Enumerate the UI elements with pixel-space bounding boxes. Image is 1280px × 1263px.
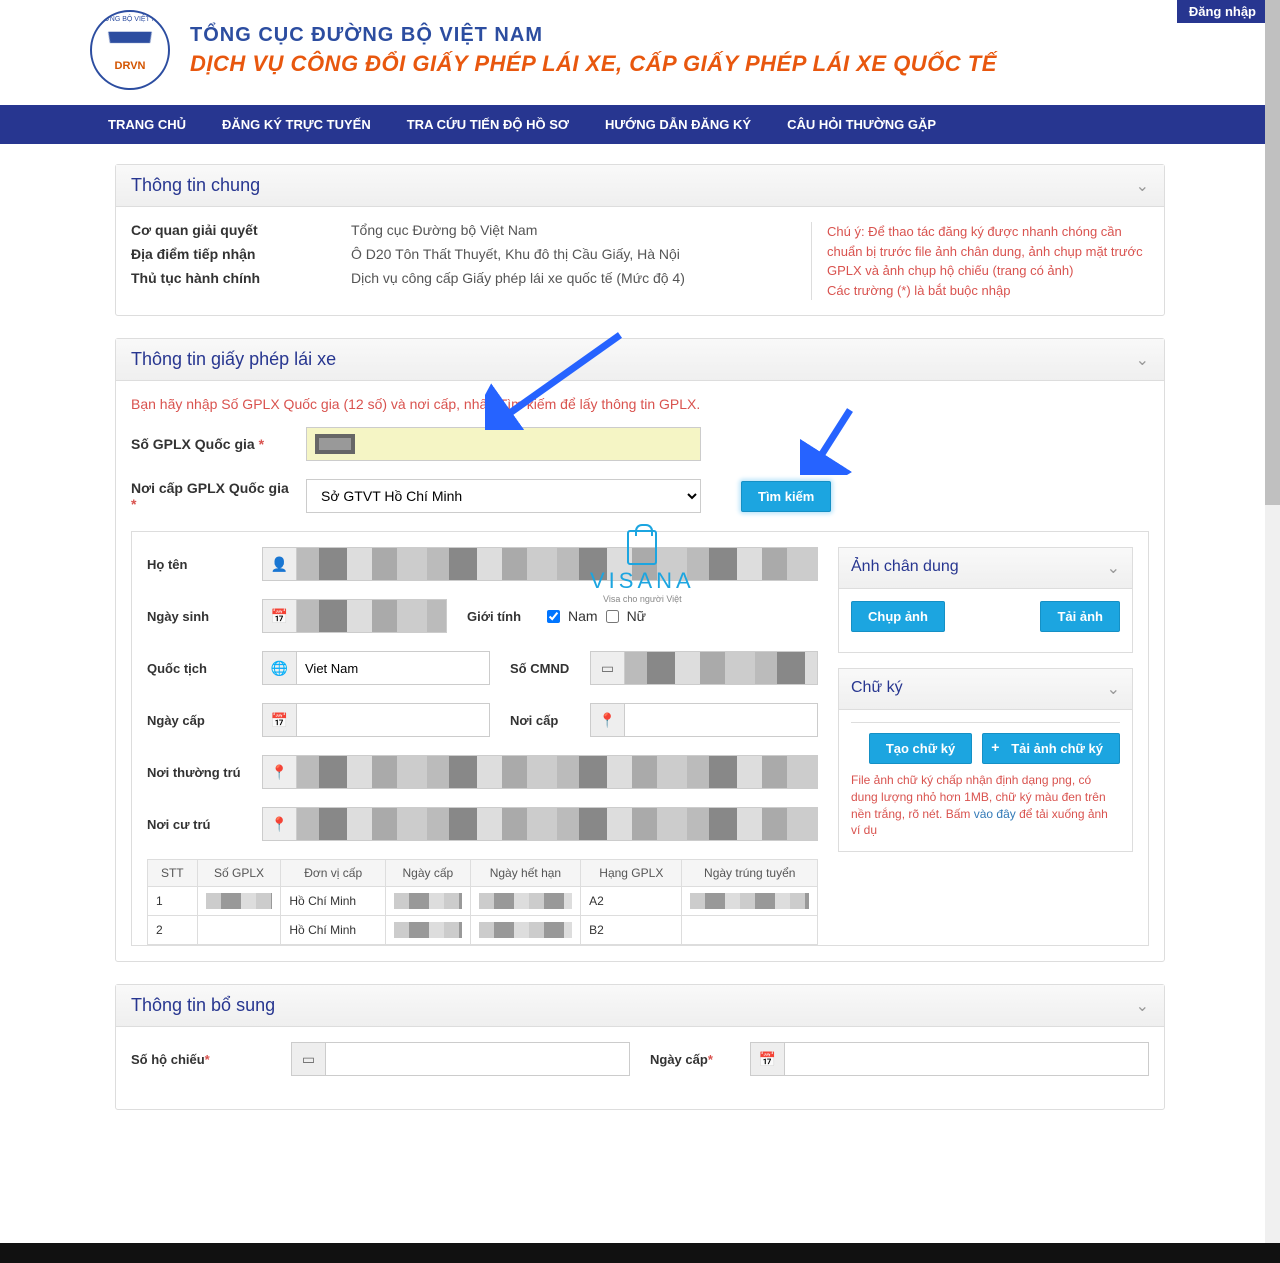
calendar-icon: 📅	[262, 703, 296, 737]
passport-input[interactable]	[325, 1042, 630, 1076]
signature-panel: Chữ ký⌄ Tạo chữ ký Tải ảnh chữ ký File ả…	[838, 668, 1133, 852]
gplx-number-label: Số GPLX Quốc gia *	[131, 436, 306, 452]
instruction-text: Bạn hãy nhập Số GPLX Quốc gia (12 số) và…	[131, 396, 1149, 412]
pin-icon: 📍	[262, 755, 296, 789]
drvn-logo: ĐƯỜNG BỘ VIỆT NAM DRVN	[90, 10, 170, 90]
panel-additional-header[interactable]: Thông tin bổ sung ⌄	[116, 985, 1164, 1027]
panel-general-header[interactable]: Thông tin chung ⌄	[116, 165, 1164, 207]
pin-icon: 📍	[262, 807, 296, 841]
panel-license-header[interactable]: Thông tin giấy phép lái xe ⌄	[116, 339, 1164, 381]
panel-general-info: Thông tin chung ⌄ Cơ quan giải quyếtTổng…	[115, 164, 1165, 316]
signature-header[interactable]: Chữ ký⌄	[839, 669, 1132, 710]
globe-icon: 🌐	[262, 651, 296, 685]
passport-date-input[interactable]	[784, 1042, 1149, 1076]
search-button[interactable]: Tìm kiếm	[741, 481, 831, 512]
signature-note: File ảnh chữ ký chấp nhận định dạng png,…	[851, 772, 1120, 839]
service-title: DỊCH VỤ CÔNG ĐỔI GIẤY PHÉP LÁI XE, CẤP G…	[190, 51, 997, 77]
warning-note: Chú ý: Để thao tác đăng ký được nhanh ch…	[811, 222, 1149, 300]
perm-addr-input[interactable]	[296, 755, 818, 789]
example-link[interactable]: vào đây	[974, 807, 1016, 821]
person-icon: 👤	[262, 547, 296, 581]
login-button[interactable]: Đăng nhập	[1177, 0, 1268, 23]
gplx-number-input[interactable]	[306, 427, 701, 461]
create-signature-button[interactable]: Tạo chữ ký	[869, 733, 972, 764]
scrollbar[interactable]	[1265, 0, 1280, 1263]
gplx-table: STT Số GPLX Đơn vị cấp Ngày cấp Ngày hết…	[147, 859, 818, 945]
card-icon: ▭	[590, 651, 624, 685]
nav-register[interactable]: ĐĂNG KÝ TRỰC TUYẾN	[204, 105, 389, 144]
page-header: ĐƯỜNG BỘ VIỆT NAM DRVN TỔNG CỤC ĐƯỜNG BỘ…	[90, 0, 1190, 105]
chevron-down-icon: ⌄	[1107, 679, 1120, 699]
issue-date-input[interactable]	[296, 703, 490, 737]
chevron-down-icon: ⌄	[1136, 350, 1149, 370]
table-row: 2Hồ Chí MinhB2	[148, 916, 818, 945]
capture-photo-button[interactable]: Chụp ảnh	[851, 601, 945, 632]
dob-input[interactable]	[296, 599, 447, 633]
gender-female-checkbox[interactable]	[606, 610, 619, 623]
portrait-panel: Ảnh chân dung⌄ Chụp ảnh Tải ảnh	[838, 547, 1133, 653]
panel-license-info: Thông tin giấy phép lái xe ⌄ Bạn hãy nhậ…	[115, 338, 1165, 962]
calendar-icon: 📅	[262, 599, 296, 633]
calendar-icon: 📅	[750, 1042, 784, 1076]
scroll-thumb[interactable]	[1265, 0, 1280, 505]
nationality-input[interactable]	[296, 651, 490, 685]
pin-icon: 📍	[590, 703, 624, 737]
portrait-header[interactable]: Ảnh chân dung⌄	[839, 548, 1132, 589]
panel-additional-info: Thông tin bổ sung ⌄ Số hộ chiếu* ▭ Ngày …	[115, 984, 1165, 1110]
nav-lookup[interactable]: TRA CỨU TIẾN ĐỘ HỒ SƠ	[389, 105, 587, 144]
nav-faq[interactable]: CÂU HỎI THƯỜNG GẶP	[769, 105, 954, 144]
upload-photo-button[interactable]: Tải ảnh	[1040, 601, 1120, 632]
chevron-down-icon: ⌄	[1136, 176, 1149, 196]
curr-addr-input[interactable]	[296, 807, 818, 841]
org-title: TỔNG CỤC ĐƯỜNG BỘ VIỆT NAM	[190, 24, 997, 47]
gender-male-checkbox[interactable]	[547, 610, 560, 623]
taskbar[interactable]	[0, 1243, 1280, 1263]
issue-place-input[interactable]	[624, 703, 818, 737]
upload-signature-button[interactable]: Tải ảnh chữ ký	[982, 733, 1120, 764]
cmnd-input[interactable]	[624, 651, 818, 685]
fullname-input[interactable]	[296, 547, 818, 581]
nav-guide[interactable]: HƯỚNG DẪN ĐĂNG KÝ	[587, 105, 769, 144]
gplx-place-select[interactable]: Sở GTVT Hồ Chí Minh	[306, 479, 701, 513]
main-nav: TRANG CHỦ ĐĂNG KÝ TRỰC TUYẾN TRA CỨU TIẾ…	[0, 105, 1280, 144]
table-row: 1Hồ Chí MinhA2	[148, 887, 818, 916]
chevron-down-icon: ⌄	[1107, 558, 1120, 578]
card-icon: ▭	[291, 1042, 325, 1076]
gplx-place-label: Nơi cấp GPLX Quốc gia*	[131, 480, 306, 512]
nav-home[interactable]: TRANG CHỦ	[90, 105, 204, 144]
chevron-down-icon: ⌄	[1136, 996, 1149, 1016]
